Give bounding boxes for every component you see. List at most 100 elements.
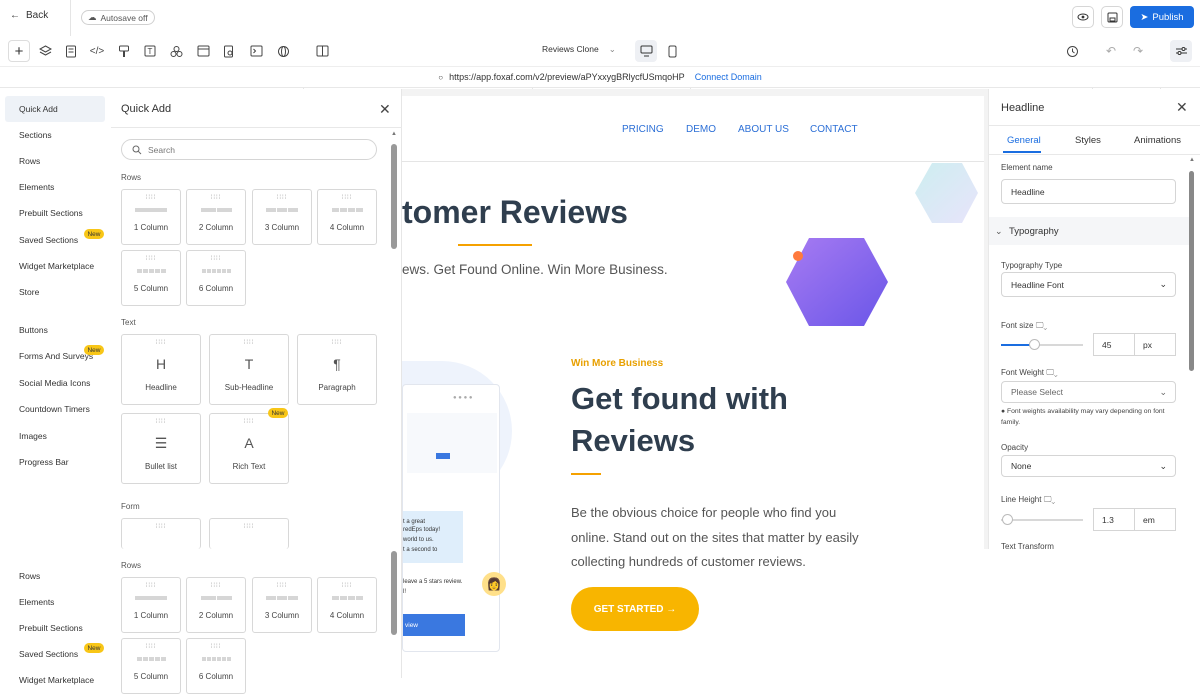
sidebar-item[interactable]: Quick Add (5, 96, 105, 122)
typography-type-select[interactable]: Headline Font ⌄ (1001, 272, 1176, 297)
search-input[interactable]: Search (121, 139, 377, 160)
sidebar-item[interactable]: Progress Bar (5, 449, 105, 475)
divider (70, 0, 71, 36)
history-icon[interactable] (1061, 40, 1083, 62)
connect-domain-link[interactable]: Connect Domain (695, 72, 762, 82)
paint-icon[interactable] (113, 40, 135, 62)
sidebar-item[interactable]: Store (5, 279, 105, 305)
sidebar-item[interactable]: Rows (5, 563, 105, 589)
typography-section-header[interactable]: ⌄ Typography (989, 217, 1189, 245)
preview-url[interactable]: https://app.foxaf.com/v2/preview/aPYxxyg… (449, 72, 685, 82)
chevron-down-icon: ⌄ (995, 225, 1003, 236)
page-selector[interactable]: Reviews Clone ⌄ (542, 44, 616, 55)
row-tile[interactable]: ⁞⁞⁞⁞ 1 Column (121, 577, 181, 633)
nav-link-pricing[interactable]: PRICING (622, 124, 664, 135)
line-height-unit[interactable]: em (1134, 508, 1176, 531)
nav-link-demo[interactable]: DEMO (686, 124, 716, 135)
sidebar-item-label: Saved Sections (19, 235, 79, 245)
sidebar-item[interactable]: Buttons (5, 317, 105, 343)
sidebar-item[interactable]: Widget Marketplace (5, 253, 105, 279)
tab-general[interactable]: General (1007, 135, 1041, 146)
text-element-tile[interactable]: ⁞⁞⁞⁞ T Sub-Headline (209, 334, 289, 405)
save-button[interactable] (1101, 6, 1123, 28)
sidebar-item[interactable]: Social Media Icons (5, 370, 105, 396)
row-tile[interactable]: ⁞⁞⁞⁞ 3 Column (252, 189, 312, 245)
sidebar-item[interactable]: Countdown Timers (5, 396, 105, 422)
font-size-unit[interactable]: px (1134, 333, 1176, 356)
sidebar-item-label: Prebuilt Sections (19, 623, 83, 633)
sidebar-item[interactable]: Prebuilt Sections (5, 200, 105, 226)
undo-icon[interactable]: ↶ (1100, 40, 1122, 62)
nav-link-about-us[interactable]: ABOUT US (738, 124, 789, 135)
get-started-button[interactable]: GET STARTED → (571, 587, 699, 631)
row-tile[interactable]: ⁞⁞⁞⁞ 5 Column (121, 250, 181, 306)
column-preview (136, 269, 166, 273)
pages-icon[interactable] (60, 40, 82, 62)
sidebar-item[interactable]: Elements (5, 174, 105, 200)
tab-styles[interactable]: Styles (1075, 135, 1101, 146)
row-tile[interactable]: ⁞⁞⁞⁞ 3 Column (252, 577, 312, 633)
drag-handle-icon: ⁞⁞⁞⁞ (155, 340, 167, 346)
opacity-value: None (1011, 461, 1032, 471)
layout-icon[interactable] (192, 40, 214, 62)
sidebar-item[interactable]: Prebuilt Sections (5, 615, 105, 641)
sidebar-item[interactable]: Widget Marketplace (5, 667, 105, 693)
scroll-up-icon[interactable]: ▲ (1189, 157, 1195, 163)
line-height-slider[interactable] (1001, 519, 1083, 521)
code-icon[interactable]: </> (86, 40, 108, 62)
sidebar-item[interactable]: Elements (5, 589, 105, 615)
scrollbar-thumb[interactable] (1189, 171, 1194, 371)
columns-icon[interactable] (311, 40, 333, 62)
scrollbar-thumb[interactable] (391, 144, 397, 249)
form-tile[interactable]: ⁞⁞⁞⁞ (121, 518, 201, 549)
autosave-toggle[interactable]: ☁ Autosave off (81, 10, 155, 25)
opacity-select[interactable]: None ⌄ (1001, 455, 1176, 477)
text-element-tile[interactable]: ⁞⁞⁞⁞ H Headline (121, 334, 201, 405)
close-icon[interactable]: ✕ (1176, 99, 1188, 116)
sidebar-item[interactable]: Images (5, 423, 105, 449)
desktop-view-icon[interactable] (635, 40, 657, 62)
text-icon[interactable]: T (139, 40, 161, 62)
row-tile[interactable]: ⁞⁞⁞⁞ 5 Column (121, 638, 181, 694)
row-tile[interactable]: ⁞⁞⁞⁞ 6 Column (186, 250, 246, 306)
row-tile[interactable]: ⁞⁞⁞⁞ 1 Column (121, 189, 181, 245)
nav-link-contact[interactable]: CONTACT (810, 124, 858, 135)
element-name-input[interactable]: Headline (1001, 179, 1176, 204)
layers-icon[interactable] (34, 40, 56, 62)
slider-knob[interactable] (1002, 514, 1013, 525)
row-tile[interactable]: ⁞⁞⁞⁞ 4 Column (317, 577, 377, 633)
back-button[interactable]: ← Back (10, 10, 48, 21)
row-tile[interactable]: ⁞⁞⁞⁞ 4 Column (317, 189, 377, 245)
row-tile[interactable]: ⁞⁞⁞⁞ 2 Column (186, 189, 246, 245)
components-icon[interactable] (165, 40, 187, 62)
drag-handle-icon: ⁞⁞⁞⁞ (331, 340, 343, 346)
decorative-hexagon-purple (786, 238, 888, 326)
scroll-up-icon[interactable]: ▲ (391, 131, 397, 137)
slider-knob[interactable] (1028, 339, 1040, 350)
text-element-tile[interactable]: ⁞⁞⁞⁞ ☰ Bullet list (121, 413, 201, 484)
row-tile[interactable]: ⁞⁞⁞⁞ 6 Column (186, 638, 246, 694)
font-size-input[interactable]: 45 (1093, 333, 1135, 356)
globe-icon[interactable] (272, 40, 294, 62)
row-tile[interactable]: ⁞⁞⁞⁞ 2 Column (186, 577, 246, 633)
terminal-icon[interactable] (245, 40, 267, 62)
text-element-tile[interactable]: ⁞⁞⁞⁞ A Rich Text (209, 413, 289, 484)
tab-animations[interactable]: Animations (1134, 135, 1181, 146)
add-icon[interactable]: + (8, 40, 30, 62)
mockup-panel (407, 413, 497, 473)
settings-sliders-icon[interactable] (1170, 40, 1192, 62)
scrollbar-thumb[interactable] (391, 551, 397, 635)
line-height-input[interactable]: 1.3 (1093, 508, 1135, 531)
close-icon[interactable]: ✕ (379, 101, 391, 118)
redo-icon[interactable]: ↷ (1127, 40, 1149, 62)
mobile-view-icon[interactable] (661, 40, 683, 62)
sidebar-item[interactable]: Sections (5, 122, 105, 148)
publish-button[interactable]: ➤ Publish (1130, 6, 1194, 28)
text-element-tile[interactable]: ⁞⁞⁞⁞ ¶ Paragraph (297, 334, 377, 405)
font-weight-select[interactable]: Please Select ⌄ (1001, 381, 1176, 403)
page-search-icon[interactable] (218, 40, 240, 62)
sidebar-item[interactable]: Rows (5, 148, 105, 174)
preview-button[interactable] (1072, 6, 1094, 28)
form-tile[interactable]: ⁞⁞⁞⁞ (209, 518, 289, 549)
font-size-slider[interactable] (1001, 344, 1083, 346)
